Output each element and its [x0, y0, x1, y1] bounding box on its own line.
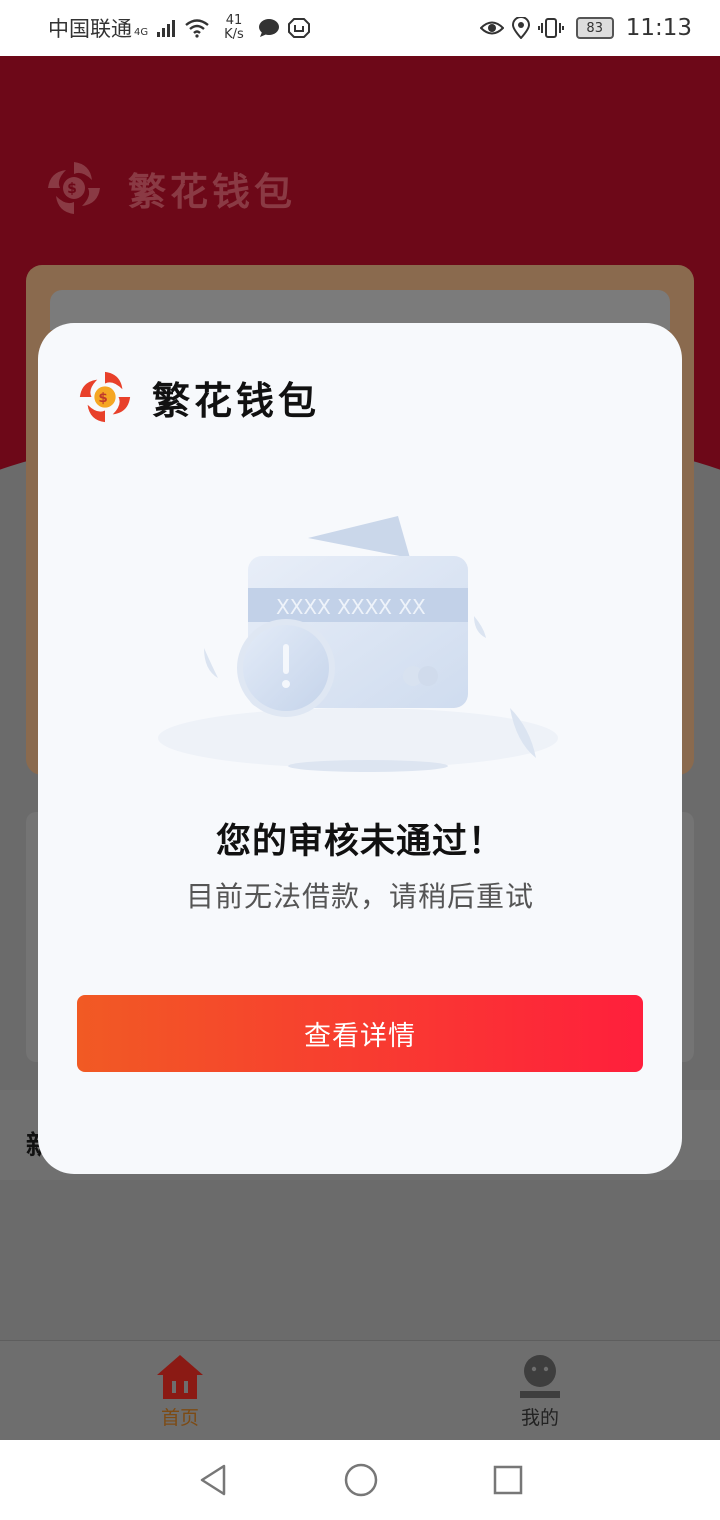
vibrate-icon: [537, 18, 564, 38]
net-speed: 41 K/s: [224, 14, 244, 42]
bottom-tab-bar: 首页 我的: [0, 1340, 720, 1441]
carrier-name: 中国联通: [48, 17, 132, 41]
svg-text:$: $: [67, 181, 81, 197]
eye-icon: [479, 21, 504, 35]
dialog-title: 您的审核未通过！: [215, 822, 504, 862]
home-icon: [157, 1354, 203, 1399]
tab-mine[interactable]: 我的: [360, 1341, 720, 1441]
battery-indicator: 83: [575, 17, 614, 39]
app-logo-icon: $: [48, 162, 100, 214]
header-brand: $ 繁花钱包: [44, 158, 296, 218]
clock: 11:13: [625, 15, 692, 41]
tab-mine-label: 我的: [520, 1406, 559, 1429]
net-speed-value: 41: [225, 13, 243, 28]
home-nav-icon[interactable]: [343, 1462, 379, 1498]
app-logo-icon: $: [79, 371, 131, 423]
system-nav-bar: [0, 1440, 720, 1520]
signal-icon: [157, 20, 176, 37]
user-icon: [520, 1354, 560, 1398]
svg-text:$: $: [98, 390, 111, 406]
tab-home-label: 首页: [160, 1406, 199, 1429]
net-speed-unit: K/s: [224, 27, 244, 42]
network-type: 4G: [134, 27, 149, 38]
status-right: 83 11:13: [479, 15, 692, 41]
tab-home[interactable]: 首页: [0, 1341, 360, 1441]
rejected-card-illustration: XXXX XXXX XX: [158, 516, 558, 772]
review-failed-dialog: $ 繁花钱包 XXXX XXXX XX 您的审核未通过！ 目前无法借款，请稍后重…: [38, 323, 682, 1174]
card-mask-text: XXXX XXXX XX: [276, 595, 426, 619]
status-left: 中国联通 4G 41 K/s: [48, 13, 310, 43]
shield-app-icon: [287, 18, 310, 38]
recents-icon[interactable]: [492, 1464, 524, 1496]
chat-bubble-icon: [258, 19, 279, 37]
dialog-app-name: 繁花钱包: [152, 378, 321, 423]
location-icon: [511, 17, 530, 39]
view-details-button[interactable]: 查看详情: [77, 995, 643, 1072]
header-app-name: 繁花钱包: [128, 169, 297, 214]
dialog-brand: $ 繁花钱包: [76, 368, 320, 426]
back-icon[interactable]: [196, 1463, 230, 1497]
dialog-subtitle: 目前无法借款，请稍后重试: [185, 880, 534, 913]
wifi-icon: [185, 19, 209, 38]
status-bar: 中国联通 4G 41 K/s 83 11:13: [0, 0, 720, 56]
